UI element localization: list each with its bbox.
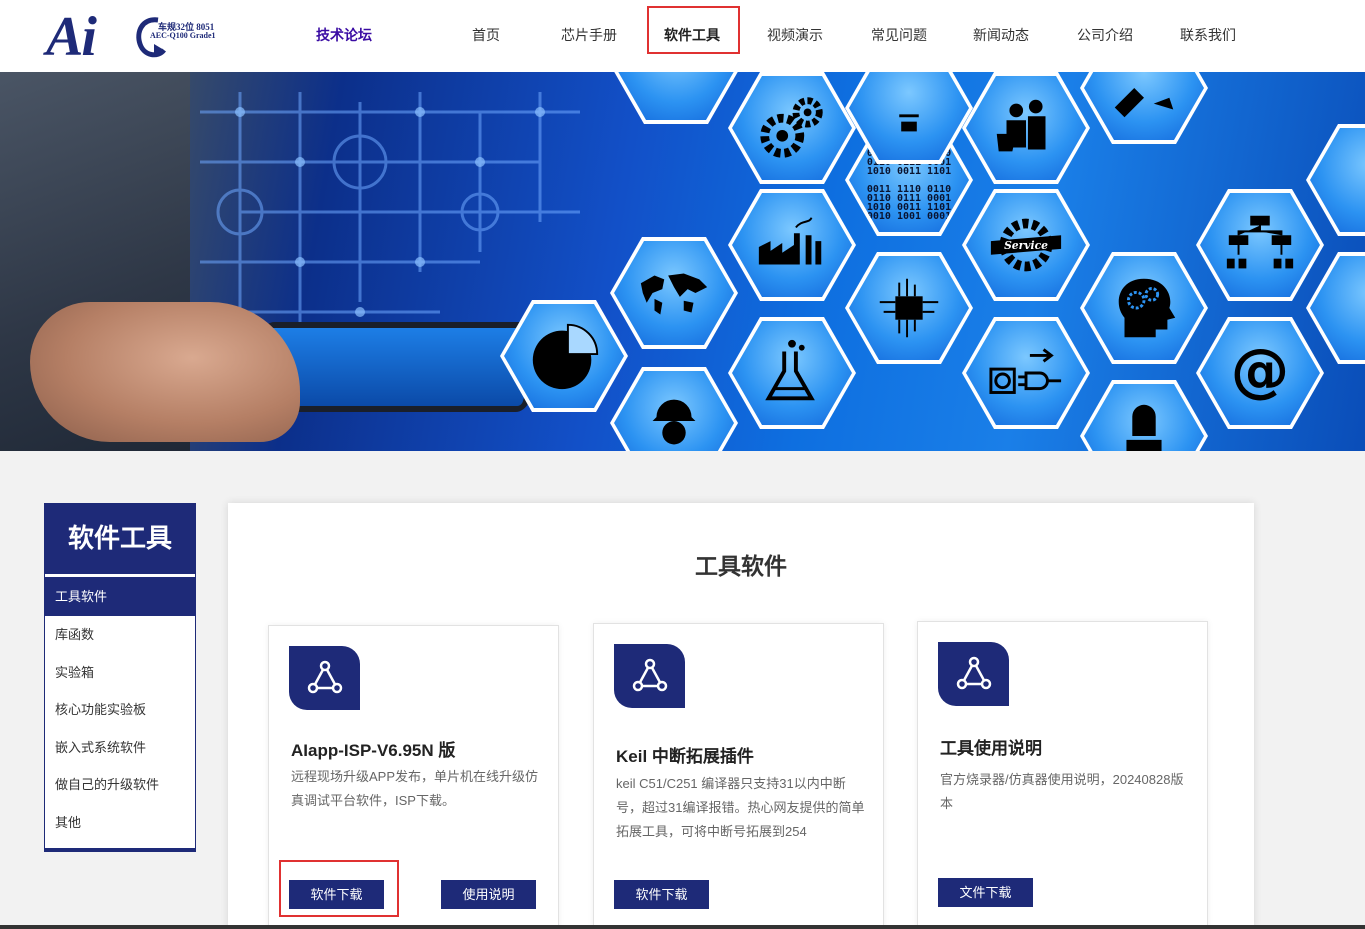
site-logo[interactable]: Ai 车规32位 8051 AEC-Q100 Grade1 [46,8,236,66]
share-nodes-icon [938,642,1009,706]
nav-chip-manual[interactable]: 芯片手册 [561,25,617,45]
gears-icon [760,97,823,158]
tool-card-manual: 工具使用说明 官方烧录器/仿真器使用说明，20240828版本 文件下载 [917,621,1208,929]
service-wrench-icon: Service [990,218,1062,272]
microchip-icon [879,278,939,338]
hex-org-chart-tile [1196,189,1324,301]
logo-mark: Ai [46,6,97,68]
sidebar-title: 软件工具 [45,504,195,574]
share-nodes-icon [614,644,685,708]
hex-plug-tile [962,317,1090,429]
card-description: 远程现场升级APP发布，单片机在线升级仿真调试平台软件，ISP下载。 [291,769,539,808]
nav-about[interactable]: 公司介绍 [1077,25,1133,45]
hex-world-tile [610,237,738,349]
section-title: 工具软件 [695,553,787,579]
power-plug-icon [989,348,1062,394]
hex-top-tile [612,72,740,124]
hex-gears-tile [728,72,856,184]
sidebar-item-tool-software[interactable]: 工具软件 [45,577,195,616]
sidebar-item-other[interactable]: 其他 [45,804,195,842]
hex-at-sign-tile: @ [1196,317,1324,429]
hex-chip-tile [845,252,973,364]
site-header: Ai 车规32位 8051 AEC-Q100 Grade1 技术论坛 首页 芯片… [0,0,1365,72]
hex-tools-tile [1080,72,1208,144]
world-map-icon [640,273,708,315]
org-chart-icon [1226,215,1294,269]
sidebar-item-lab-box[interactable]: 实验箱 [45,654,195,692]
factory-icon [758,217,822,265]
svg-text:Service: Service [1004,239,1048,252]
active-nav-highlight [647,6,740,54]
flask-icon [765,339,815,401]
hex-edge-tile-2 [1306,252,1365,364]
sidebar-item-library[interactable]: 库函数 [45,616,195,654]
lightbulb-icon [899,114,919,132]
nav-faq[interactable]: 常见问题 [871,25,927,45]
hex-robot-tile [1080,380,1208,451]
tools-icon [1114,88,1174,118]
hex-service-tile: Service [962,189,1090,301]
hero-banner: 1010 0010 1001 0011 1110 0110 0110 0111 … [0,72,1365,451]
hex-team-tile [962,72,1090,184]
bottom-edge-bar [0,925,1365,929]
sidebar-menu: 软件工具 工具软件 库函数 实验箱 核心功能实验板 嵌入式系统软件 做自己的升级… [44,503,196,852]
card-title: AIapp-ISP-V6.95N 版 [291,741,456,760]
hex-edge-tile-1 [1306,124,1365,236]
card-description: 官方烧录器/仿真器使用说明，20240828版本 [940,772,1184,811]
robot-icon [1126,404,1162,451]
nav-contact[interactable]: 联系我们 [1180,25,1236,45]
nav-video-demo[interactable]: 视频演示 [767,25,823,45]
forum-link[interactable]: 技术论坛 [316,25,372,45]
hex-flask-tile [728,317,856,429]
hex-worker-tile [610,367,738,451]
team-icon [996,99,1046,152]
file-download-button[interactable]: 文件下载 [938,878,1033,907]
usage-guide-button[interactable]: 使用说明 [441,880,536,909]
tool-card-keil-plugin: Keil 中断拓展插件 keil C51/C251 编译器只支持31以内中断号，… [593,623,884,929]
download-button-highlight [279,860,399,917]
hex-brain-tile [1080,252,1208,364]
svg-text:@: @ [1231,337,1290,405]
card-title: Keil 中断拓展插件 [616,747,754,766]
sidebar-item-core-board[interactable]: 核心功能实验板 [45,691,195,729]
card-description: keil C51/C251 编译器只支持31以内中断号，超过31编译报错。热心网… [616,776,865,839]
nav-news[interactable]: 新闻动态 [973,25,1029,45]
card-title: 工具使用说明 [940,739,1042,758]
sidebar-item-embedded-software[interactable]: 嵌入式系统软件 [45,729,195,767]
nav-home[interactable]: 首页 [472,25,500,45]
software-download-button[interactable]: 软件下载 [614,880,709,909]
head-gears-icon [1118,278,1176,338]
hex-factory-tile [728,189,856,301]
sidebar-item-upgrade-software[interactable]: 做自己的升级软件 [45,766,195,804]
banner-hand-image [30,302,300,442]
worker-icon [652,399,696,445]
at-sign-icon: @ [1231,337,1290,405]
pie-chart-icon [532,323,599,390]
share-nodes-icon [289,646,360,710]
logo-tagline-2: AEC-Q100 Grade1 [150,31,216,40]
